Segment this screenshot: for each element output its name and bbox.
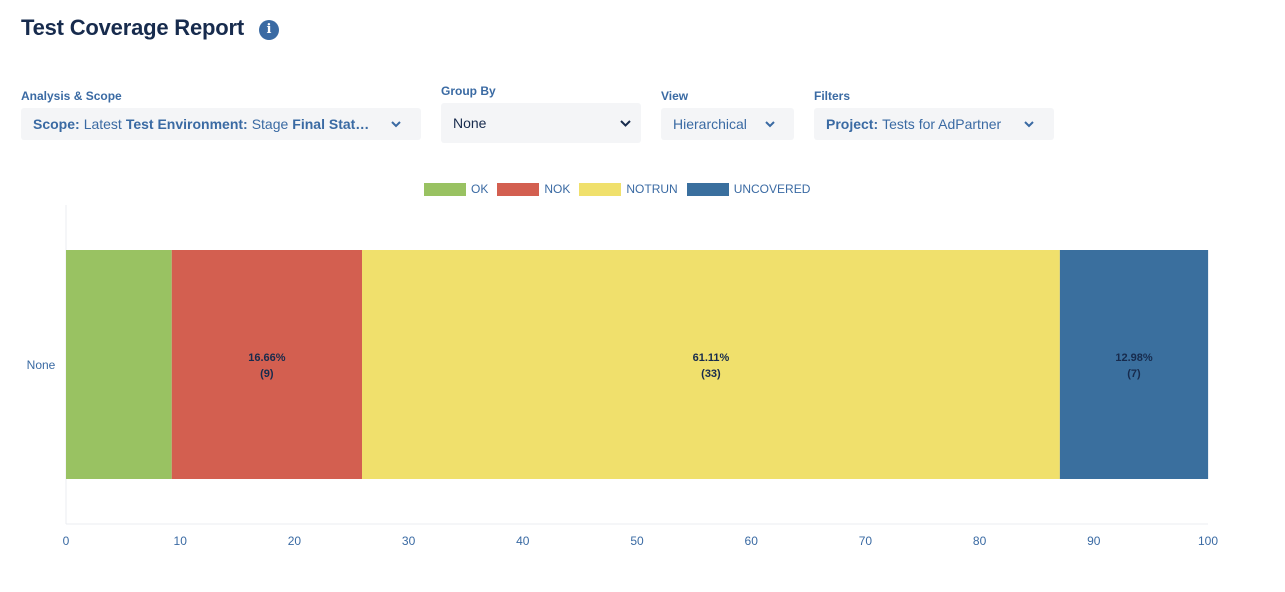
x-tick-label: 0 <box>63 534 70 548</box>
data-label-nok: 16.66% <box>248 352 286 364</box>
bar-segment-nok <box>171 250 363 479</box>
x-tick-label: 20 <box>288 534 302 548</box>
x-tick-label: 40 <box>516 534 530 548</box>
data-count-nok: (9) <box>260 368 274 380</box>
data-count-notrun: (33) <box>701 368 721 380</box>
x-tick-label: 60 <box>745 534 759 548</box>
data-label-uncovered: 12.98% <box>1115 352 1153 364</box>
category-label: None <box>27 358 56 372</box>
data-label-notrun: 61.11% <box>693 352 730 364</box>
x-tick-label: 100 <box>1198 534 1218 548</box>
x-tick-label: 50 <box>630 534 644 548</box>
x-tick-label: 90 <box>1087 534 1101 548</box>
x-tick-label: 30 <box>402 534 416 548</box>
bar-segment-uncovered <box>1059 250 1209 479</box>
bar-segment-ok <box>66 250 172 479</box>
x-tick-label: 80 <box>973 534 987 548</box>
x-tick-label: 70 <box>859 534 873 548</box>
data-count-uncovered: (7) <box>1127 368 1141 380</box>
x-tick-label: 10 <box>174 534 188 548</box>
bar-segment-notrun <box>362 250 1060 479</box>
stacked-bar-chart: 16.66% (9) 61.11% (33) 12.98% (7) None 0 10 20 30 4… <box>27 205 1218 548</box>
